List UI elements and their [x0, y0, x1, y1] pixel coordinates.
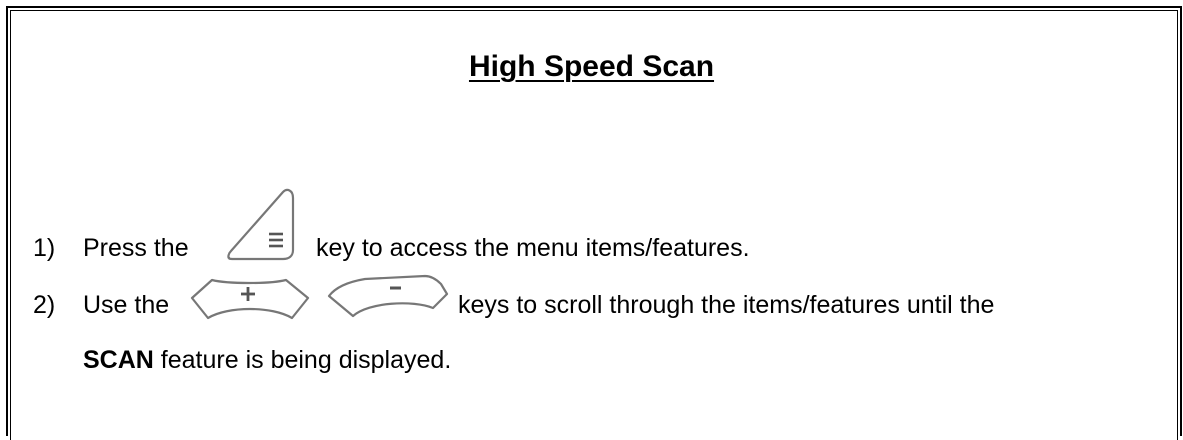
step-text-after-icon: key to access the menu items/features. — [316, 234, 750, 262]
step-number: 2) — [33, 291, 56, 319]
menu-key-icon — [227, 188, 295, 261]
plus-key-icon — [190, 278, 310, 320]
step-text-before-icon: Press the — [83, 234, 189, 262]
minus-key-icon — [327, 274, 449, 318]
continuation-text: feature is being displayed. — [160, 346, 452, 374]
step-continuation: SCAN feature is being displayed. — [83, 345, 451, 375]
step-text-after-icon: keys to scroll through the items/feature… — [458, 291, 995, 319]
scan-keyword: SCAN — [83, 346, 154, 374]
step-number: 1) — [33, 234, 56, 262]
step-text-before-icon: Use the — [83, 291, 170, 319]
page-title: High Speed Scan — [468, 50, 715, 83]
